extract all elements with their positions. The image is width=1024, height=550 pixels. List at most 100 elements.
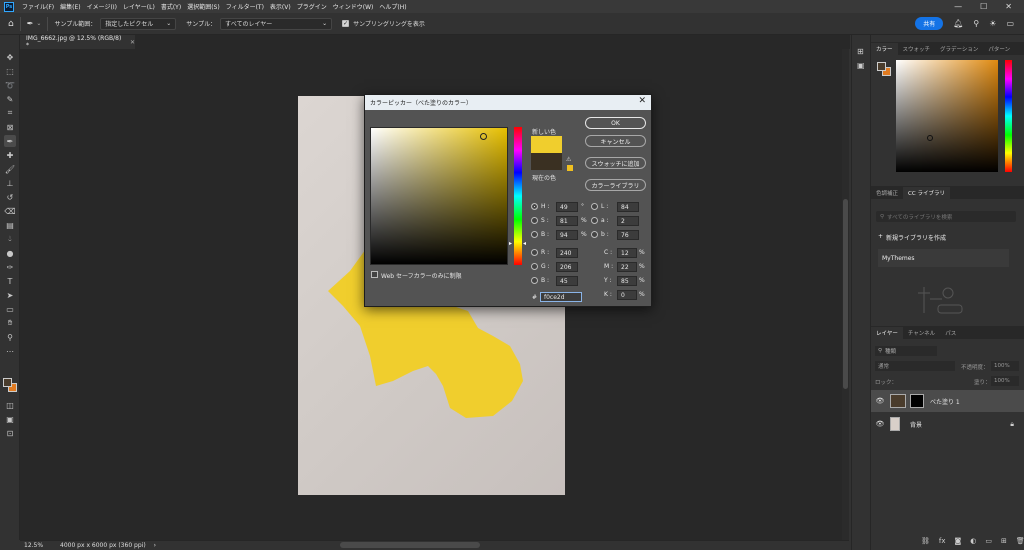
layer-kind-filter[interactable]: ⚲ 種類 bbox=[875, 346, 937, 356]
extra-tool-icon[interactable]: ⊡ bbox=[4, 427, 16, 439]
hand-tool-icon[interactable]: ✋︎ bbox=[4, 317, 16, 329]
menu-select[interactable]: 選択範囲(S) bbox=[184, 2, 223, 11]
photoshop-logo-icon[interactable]: Ps bbox=[4, 1, 14, 12]
home-icon[interactable]: ⌂ bbox=[8, 19, 14, 29]
tab-adjustments[interactable]: 色調補正 bbox=[871, 187, 903, 199]
quick-select-tool-icon[interactable]: ✎ bbox=[4, 93, 16, 105]
shape-tool-icon[interactable]: ▭ bbox=[4, 303, 16, 315]
history-brush-icon[interactable]: ↺ bbox=[4, 191, 16, 203]
crop-tool-icon[interactable]: ⌗ bbox=[4, 107, 16, 119]
menu-window[interactable]: ウィンドウ(W) bbox=[330, 2, 377, 11]
gamut-swatch[interactable] bbox=[567, 165, 573, 171]
group-icon[interactable]: ▭ bbox=[985, 537, 992, 545]
tab-patterns[interactable]: パターン bbox=[983, 43, 1015, 55]
path-select-icon[interactable]: ➤ bbox=[4, 289, 16, 301]
a-field[interactable]: 2 bbox=[617, 216, 639, 226]
share-button[interactable]: 共有 bbox=[915, 17, 944, 30]
move-tool-icon[interactable]: ✥ bbox=[4, 51, 16, 63]
panel-color-cursor[interactable] bbox=[927, 135, 933, 141]
lasso-tool-icon[interactable]: ➰ bbox=[4, 79, 16, 91]
lab-b-field[interactable]: 76 bbox=[617, 230, 639, 240]
type-tool-icon[interactable]: T bbox=[4, 275, 16, 287]
color-libraries-button[interactable]: カラーライブラリ bbox=[585, 179, 646, 191]
fx-icon[interactable]: fx bbox=[939, 537, 946, 545]
tab-paths[interactable]: パス bbox=[940, 327, 961, 339]
hue-slider-arrow-right-icon[interactable]: ◂ bbox=[523, 240, 526, 247]
search-icon[interactable]: ⚲ bbox=[973, 19, 979, 28]
layer-name[interactable]: 背景 bbox=[910, 420, 922, 429]
document-tab[interactable]: IMG_6662.jpg @ 12.5% (RGB/8) * ✕ bbox=[20, 35, 135, 49]
zoom-level[interactable]: 12.5% bbox=[24, 542, 54, 549]
menu-edit[interactable]: 編集(E) bbox=[57, 2, 83, 11]
gamut-warning-icon[interactable]: ⚠ bbox=[566, 156, 571, 163]
blue-radio[interactable] bbox=[531, 277, 538, 284]
library-search-input[interactable]: ⚲ すべてのライブラリを検索 bbox=[876, 211, 1016, 222]
c-field[interactable]: 12 bbox=[617, 248, 637, 258]
frame-tool-icon[interactable]: ⊠ bbox=[4, 121, 16, 133]
menu-image[interactable]: イメージ(I) bbox=[84, 2, 120, 11]
tab-color[interactable]: カラー bbox=[871, 43, 898, 55]
horizontal-scroll-thumb[interactable] bbox=[340, 542, 480, 548]
layer-row[interactable]: 👁︎ 背景 🔒︎ bbox=[871, 413, 1024, 435]
adjustment-layer-icon[interactable]: ◐ bbox=[970, 537, 976, 545]
close-tab-icon[interactable]: ✕ bbox=[130, 39, 135, 46]
brush-tool-icon[interactable]: 🖌︎ bbox=[4, 163, 16, 175]
hue-slider[interactable] bbox=[514, 127, 522, 265]
b-radio[interactable] bbox=[531, 231, 538, 238]
l-field[interactable]: 84 bbox=[617, 202, 639, 212]
chevron-right-icon[interactable]: › bbox=[154, 542, 156, 549]
blend-mode-select[interactable]: 通常 bbox=[875, 361, 955, 371]
library-item[interactable]: MyThemes bbox=[878, 249, 1009, 267]
menu-filter[interactable]: フィルター(T) bbox=[223, 2, 267, 11]
layer-name[interactable]: べた塗り 1 bbox=[930, 397, 960, 406]
delete-layer-icon[interactable]: 🗑︎ bbox=[1016, 537, 1024, 545]
b-field[interactable]: 94 bbox=[556, 230, 578, 240]
g-radio[interactable] bbox=[531, 263, 538, 270]
cancel-button[interactable]: キャンセル bbox=[585, 135, 646, 147]
add-to-swatches-button[interactable]: スウォッチに追加 bbox=[585, 157, 646, 169]
quick-mask-icon[interactable]: ◫ bbox=[4, 399, 16, 411]
l-radio[interactable] bbox=[591, 203, 598, 210]
blue-field[interactable]: 45 bbox=[556, 276, 578, 286]
bell-icon[interactable]: 🔔︎ bbox=[953, 19, 963, 28]
g-field[interactable]: 206 bbox=[556, 262, 578, 272]
lab-b-radio[interactable] bbox=[591, 231, 598, 238]
y-field[interactable]: 85 bbox=[617, 276, 637, 286]
minimize-icon[interactable]: — bbox=[954, 2, 962, 11]
dodge-tool-icon[interactable]: ● bbox=[4, 247, 16, 259]
screen-mode-icon[interactable]: ▣ bbox=[4, 413, 16, 425]
sample-size-select[interactable]: 指定したピクセル ⌄ bbox=[100, 17, 177, 30]
menu-layer[interactable]: レイヤー(L) bbox=[120, 2, 158, 11]
tab-cc-libraries[interactable]: CC ライブラリ bbox=[903, 187, 950, 199]
tab-channels[interactable]: チャンネル bbox=[903, 327, 940, 339]
h-field[interactable]: 49 bbox=[556, 202, 578, 212]
maximize-icon[interactable]: ☐ bbox=[980, 2, 987, 11]
tab-layers[interactable]: レイヤー bbox=[871, 327, 903, 339]
eye-icon[interactable]: 👁︎ bbox=[875, 420, 885, 428]
more-tools-icon[interactable]: ⋯ bbox=[4, 345, 16, 357]
eraser-tool-icon[interactable]: ⌫ bbox=[4, 205, 16, 217]
hex-field[interactable]: f0ce2d bbox=[540, 292, 582, 302]
web-only-checkbox[interactable] bbox=[371, 271, 378, 278]
vertical-scroll-thumb[interactable] bbox=[843, 199, 848, 389]
k-field[interactable]: 0 bbox=[617, 290, 637, 300]
new-layer-icon[interactable]: ⊞ bbox=[1001, 537, 1007, 545]
eyedropper-tool-icon[interactable]: ✒ bbox=[27, 19, 34, 28]
workspace-icon[interactable]: ▭ bbox=[1006, 19, 1014, 28]
menu-plugins[interactable]: プラグイン bbox=[294, 2, 330, 11]
tab-swatches[interactable]: スウォッチ bbox=[898, 43, 936, 55]
menu-view[interactable]: 表示(V) bbox=[267, 2, 294, 11]
h-radio[interactable] bbox=[531, 203, 538, 210]
light-icon[interactable]: ☀ bbox=[989, 19, 996, 28]
fill-input[interactable]: 100% bbox=[991, 376, 1019, 386]
panel-hue-slider[interactable] bbox=[1005, 60, 1012, 172]
hue-slider-arrow-left-icon[interactable]: ▸ bbox=[509, 240, 512, 247]
gradient-tool-icon[interactable]: ▤ bbox=[4, 219, 16, 231]
panel-color-field[interactable] bbox=[896, 60, 998, 172]
tool-preset-chevron-icon[interactable]: ⌄ bbox=[36, 20, 41, 27]
menu-help[interactable]: ヘルプ(H) bbox=[376, 2, 409, 11]
s-field[interactable]: 81 bbox=[556, 216, 578, 226]
menu-type[interactable]: 書式(Y) bbox=[158, 2, 184, 11]
add-mask-icon[interactable]: ◙ bbox=[955, 537, 962, 545]
vertical-scrollbar[interactable] bbox=[842, 49, 849, 540]
